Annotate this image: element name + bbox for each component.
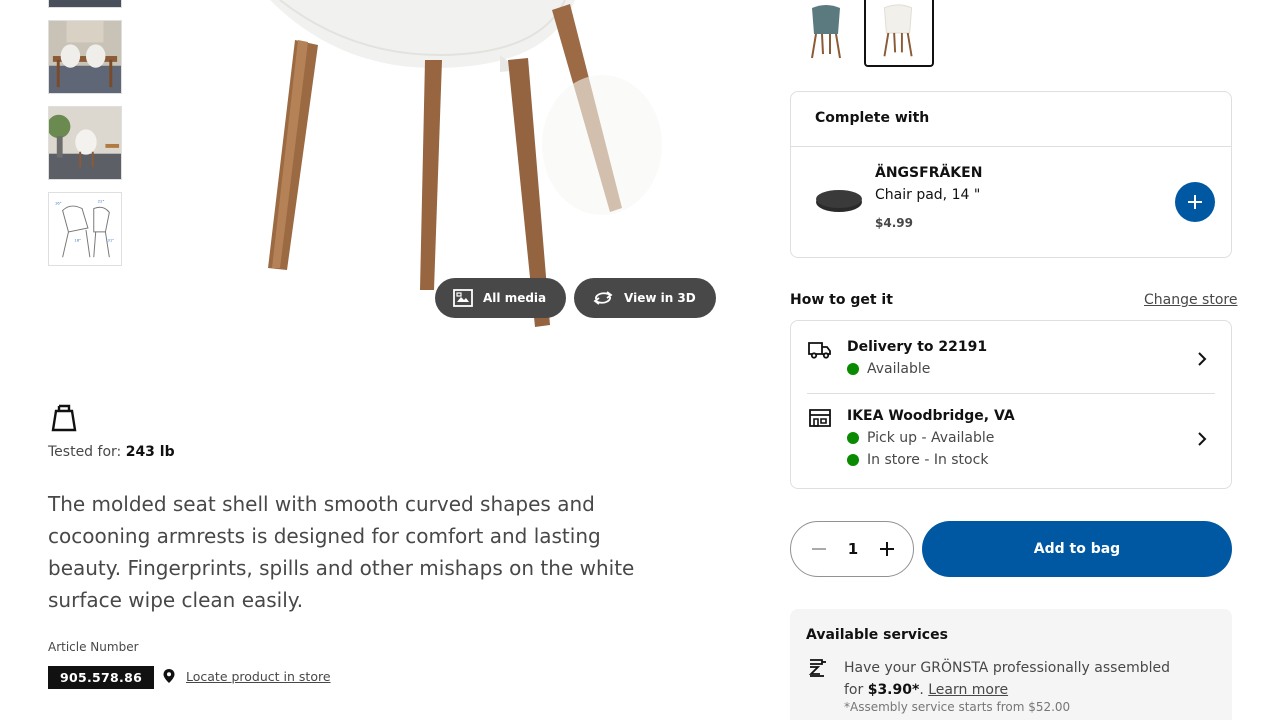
- complete-with-title: Complete with: [815, 110, 930, 126]
- quantity-value[interactable]: 1: [848, 540, 858, 558]
- all-media-button[interactable]: All media: [435, 278, 567, 318]
- view-in-3d-button[interactable]: View in 3D: [574, 278, 716, 318]
- article-number-label: Article Number: [48, 640, 139, 654]
- add-to-bag-button[interactable]: Add to bag: [922, 521, 1232, 577]
- addon-product-price: $4.99: [875, 216, 913, 230]
- svg-text:16": 16": [55, 201, 62, 206]
- available-services-panel: Available services Have your GRÖNSTA pro…: [790, 609, 1232, 720]
- plus-icon[interactable]: [879, 541, 895, 557]
- tested-for: Tested for: 243 lb: [48, 444, 175, 460]
- delivery-title[interactable]: Delivery to 22191: [847, 339, 987, 355]
- instore-status: In store - In stock: [847, 452, 988, 468]
- divider: [791, 146, 1231, 147]
- view-in-3d-label: View in 3D: [624, 291, 696, 305]
- add-addon-button[interactable]: [1175, 182, 1215, 222]
- quantity-stepper: 1: [790, 521, 914, 577]
- minus-icon[interactable]: [811, 541, 827, 557]
- tested-label: Tested for:: [48, 444, 122, 460]
- thumbnail-living-room[interactable]: [48, 106, 122, 180]
- how-to-get-title: How to get it: [790, 292, 893, 308]
- weight-icon: [51, 404, 77, 432]
- truck-icon: [808, 342, 831, 359]
- chair-pad-image[interactable]: [815, 188, 863, 214]
- all-media-label: All media: [483, 291, 547, 305]
- thumbnail-dining-room[interactable]: [48, 20, 122, 94]
- tested-value: 243 lb: [125, 444, 175, 460]
- rotate-3d-icon: [593, 291, 613, 305]
- article-number: 905.578.86: [48, 666, 155, 689]
- swatch-white[interactable]: [864, 0, 934, 67]
- assembly-icon: [808, 659, 826, 677]
- svg-text:31": 31": [107, 238, 114, 243]
- divider: [807, 393, 1215, 394]
- pickup-status-text: Pick up - Available: [867, 430, 995, 446]
- addon-product-description: Chair pad, 14 ": [875, 187, 981, 203]
- addon-product-name[interactable]: ÄNGSFRÄKEN: [875, 165, 982, 181]
- delivery-status: Available: [847, 361, 930, 377]
- assembly-note: *Assembly service starts from $52.00: [844, 700, 1071, 714]
- services-title: Available services: [806, 627, 948, 643]
- pin-icon: [163, 669, 175, 683]
- store-icon: [809, 409, 831, 427]
- store-title[interactable]: IKEA Woodbridge, VA: [847, 408, 1015, 424]
- change-store-link[interactable]: Change store: [1144, 292, 1237, 308]
- svg-text:18": 18": [74, 238, 81, 243]
- product-description: The molded seat shell with smooth curved…: [48, 492, 635, 612]
- locate-label: Locate product in store: [186, 668, 331, 684]
- thumbnail-dimensions-drawing[interactable]: 16" 22" 18" 31": [48, 192, 122, 266]
- product-page: 16" 22" 18" 31" All media View in 3D Tes…: [0, 0, 1280, 720]
- available-dot: [847, 454, 859, 466]
- chevron-right-icon[interactable]: [1195, 431, 1209, 447]
- chevron-right-icon[interactable]: [1195, 351, 1209, 367]
- swatch-blue-green[interactable]: [792, 0, 862, 67]
- available-dot: [847, 432, 859, 444]
- delivery-status-text: Available: [867, 361, 931, 377]
- gallery-icon: [453, 289, 473, 307]
- assembly-service-text: Have your GRÖNSTA professionally assembl…: [844, 660, 1170, 698]
- plus-icon: [1188, 195, 1202, 209]
- locate-product-link[interactable]: Locate product in store: [162, 668, 331, 684]
- fulfillment-card: Delivery to 22191 Available IKEA Woodbri…: [790, 320, 1232, 489]
- available-dot: [847, 363, 859, 375]
- assembly-price: $3.90*: [867, 682, 920, 698]
- svg-text:22": 22": [98, 199, 105, 204]
- complete-with-card: Complete with ÄNGSFRÄKEN Chair pad, 14 "…: [790, 91, 1232, 258]
- learn-more-link[interactable]: Learn more: [928, 682, 1008, 698]
- thumbnail-top[interactable]: [48, 0, 122, 8]
- instore-status-text: In store - In stock: [867, 452, 989, 468]
- pickup-status: Pick up - Available: [847, 430, 994, 446]
